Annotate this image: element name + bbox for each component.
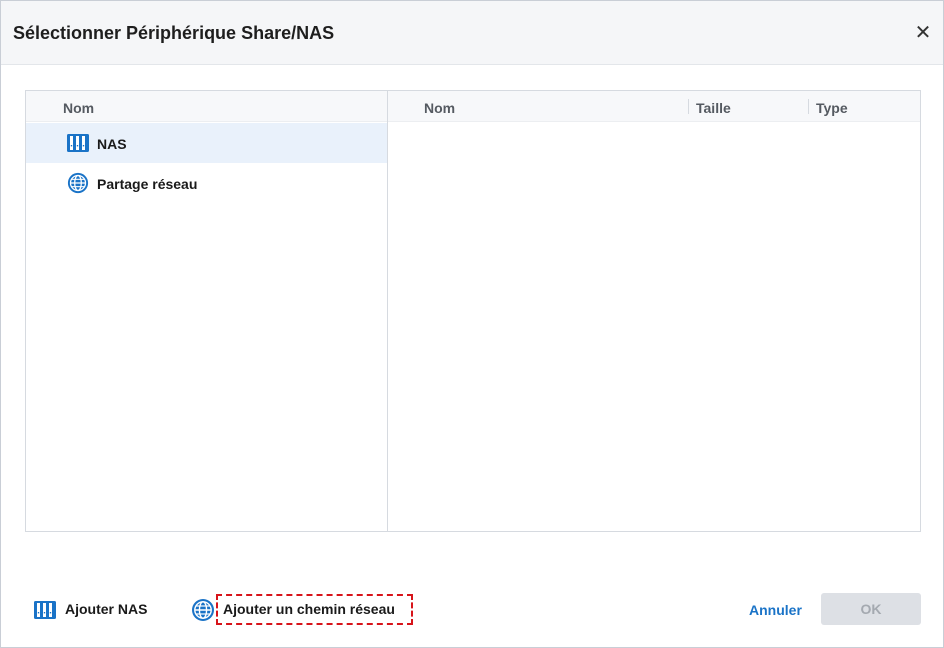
close-button[interactable]: ✕ xyxy=(907,19,939,47)
dialog-title: Sélectionner Périphérique Share/NAS xyxy=(13,23,335,43)
location-tree: Nom NAS Partage réseau xyxy=(26,91,388,531)
globe-icon xyxy=(192,599,214,621)
cancel-button[interactable]: Annuler xyxy=(749,602,802,618)
tree-header-name: Nom xyxy=(63,100,95,116)
column-header-type[interactable]: Type xyxy=(816,100,848,116)
column-divider[interactable] xyxy=(688,99,689,114)
tree-item-label: Partage réseau xyxy=(97,176,198,192)
nas-icon xyxy=(67,134,89,152)
select-share-nas-dialog: Sélectionner Périphérique Share/NAS ✕ No… xyxy=(0,0,944,648)
add-nas-button[interactable]: Ajouter NAS xyxy=(33,598,163,622)
tree-item-label: NAS xyxy=(97,136,127,152)
highlight-annotation xyxy=(216,594,413,625)
nas-icon xyxy=(34,601,56,619)
column-header-name[interactable]: Nom xyxy=(424,100,455,116)
contents-list: Nom Taille Type xyxy=(388,91,920,531)
title-bar: Sélectionner Périphérique Share/NAS ✕ xyxy=(1,1,943,65)
column-divider[interactable] xyxy=(808,99,809,114)
ok-button[interactable]: OK xyxy=(821,593,921,625)
browser-panel: Nom NAS Partage réseau Nom Taille Type xyxy=(25,90,921,532)
tree-header: Nom xyxy=(26,91,387,122)
column-header-size[interactable]: Taille xyxy=(696,100,731,116)
close-icon: ✕ xyxy=(914,22,932,44)
globe-icon xyxy=(67,172,89,194)
tree-item-nas[interactable]: NAS xyxy=(26,123,387,163)
add-nas-label: Ajouter NAS xyxy=(65,601,148,617)
contents-header: Nom Taille Type xyxy=(388,91,920,122)
tree-item-network-share[interactable]: Partage réseau xyxy=(26,163,387,203)
